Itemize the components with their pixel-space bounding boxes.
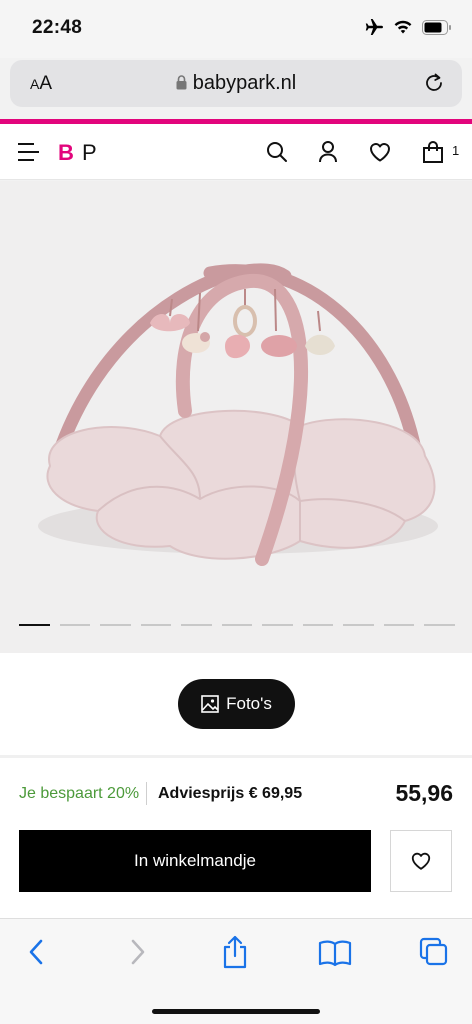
gallery-dot[interactable] — [181, 624, 212, 626]
home-indicator — [152, 1009, 320, 1014]
svg-text:B: B — [58, 140, 74, 164]
babypark-logo[interactable]: B P — [58, 140, 106, 164]
back-icon[interactable] — [26, 937, 48, 967]
gallery-dot[interactable] — [343, 624, 374, 626]
gallery-dot[interactable] — [424, 624, 455, 626]
gallery-dot[interactable] — [221, 624, 252, 626]
savings-label: Je bespaart 20% — [19, 785, 140, 802]
photos-section: Foto's — [0, 653, 472, 755]
browser-toolbar — [0, 918, 472, 1024]
add-to-wishlist-button[interactable] — [390, 830, 452, 892]
photos-button[interactable]: Foto's — [178, 679, 295, 729]
airplane-icon — [365, 19, 383, 35]
product-price: 55,96 — [395, 780, 453, 806]
wifi-icon — [394, 20, 412, 34]
bookmarks-icon[interactable] — [318, 939, 352, 967]
gallery-pagination[interactable] — [19, 624, 455, 626]
product-image — [38, 263, 438, 566]
gallery-dot[interactable] — [100, 624, 131, 626]
account-icon[interactable] — [317, 140, 339, 164]
product-image-gallery[interactable] — [0, 181, 472, 653]
gallery-dot[interactable] — [262, 624, 293, 626]
status-bar: 22:48 — [0, 0, 472, 58]
svg-text:P: P — [82, 140, 97, 164]
reload-icon[interactable] — [422, 71, 446, 95]
url-text: babypark.nl — [192, 72, 297, 94]
battery-icon — [422, 19, 451, 35]
gallery-dot[interactable] — [302, 624, 333, 626]
status-time: 22:48 — [32, 17, 83, 38]
lock-icon — [176, 75, 187, 90]
gallery-dot[interactable] — [140, 624, 171, 626]
cart-count-badge: 1 — [452, 143, 460, 158]
add-to-cart-button[interactable]: In winkelmandje — [19, 830, 371, 892]
shopping-bag-icon[interactable] — [421, 140, 445, 164]
menu-icon[interactable] — [18, 142, 40, 162]
photos-button-label: Foto's — [226, 694, 272, 713]
address-bar[interactable]: AA babypark.nl — [10, 60, 462, 107]
site-header: B P 1 — [0, 124, 472, 180]
gallery-dot[interactable] — [59, 624, 90, 626]
advice-price: Adviesprijs € 69,95 — [158, 785, 303, 802]
price-separator — [146, 782, 147, 805]
image-icon — [201, 695, 219, 713]
forward-icon[interactable] — [126, 937, 148, 967]
price-section: Je bespaart 20% Adviesprijs € 69,95 55,9… — [0, 758, 472, 918]
wishlist-heart-icon[interactable] — [368, 140, 392, 164]
heart-icon — [411, 852, 431, 870]
search-icon[interactable] — [265, 140, 289, 164]
gallery-dot[interactable] — [383, 624, 414, 626]
gallery-dot[interactable] — [19, 624, 50, 626]
url-display[interactable]: babypark.nl — [10, 72, 462, 95]
share-icon[interactable] — [221, 935, 249, 969]
add-to-cart-label: In winkelmandje — [134, 851, 256, 870]
tabs-icon[interactable] — [419, 937, 449, 967]
status-icons — [364, 18, 452, 36]
